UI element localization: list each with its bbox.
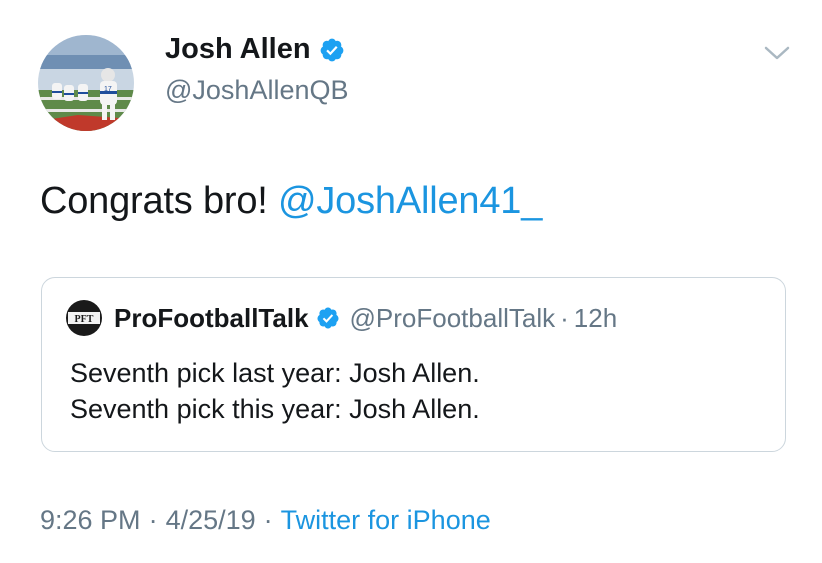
quoted-author-avatar: PFT (66, 300, 102, 336)
chevron-down-icon[interactable] (762, 40, 792, 66)
tweet-time[interactable]: 9:26 PM (40, 505, 141, 535)
quoted-display-name[interactable]: ProFootballTalk (114, 303, 309, 334)
quoted-timestamp[interactable]: 12h (574, 303, 617, 334)
avatar-photo: 17 (38, 35, 134, 131)
meta-separator: · (263, 505, 273, 535)
author-display-name[interactable]: Josh Allen (165, 33, 345, 66)
tweet-detail: 17 Josh Allen @JoshAllenQB Congrats bro!… (0, 0, 822, 563)
author-handle[interactable]: @JoshAllenQB (165, 75, 349, 106)
quoted-tweet-card[interactable]: PFT ProFootballTalk @ProFootballTalk · 1… (41, 277, 786, 452)
quoted-handle[interactable]: @ProFootballTalk (350, 303, 556, 334)
author-avatar[interactable]: 17 (38, 35, 134, 131)
pft-logo-text: PFT (75, 314, 94, 325)
tweet-meta: 9:26 PM · 4/25/19 · Twitter for iPhone (40, 505, 491, 536)
author-name-text: Josh Allen (165, 33, 311, 65)
quoted-tweet-text: Seventh pick last year: Josh Allen. Seve… (70, 355, 480, 427)
tweet-text: Congrats bro! @JoshAllen41_ (40, 180, 542, 223)
quoted-text-line-2: Seventh pick this year: Josh Allen. (70, 394, 480, 424)
quoted-text-line-1: Seventh pick last year: Josh Allen. (70, 358, 480, 388)
pft-logo-icon: PFT (66, 300, 102, 336)
verified-badge-icon (317, 307, 339, 329)
verified-badge-icon (320, 38, 343, 61)
meta-separator: · (148, 505, 158, 535)
tweet-source-link[interactable]: Twitter for iPhone (281, 505, 491, 535)
tweet-text-body: Congrats bro! (40, 180, 278, 222)
mention-link[interactable]: @JoshAllen41_ (278, 180, 542, 222)
svg-text:17: 17 (104, 86, 112, 93)
quoted-tweet-header: PFT ProFootballTalk @ProFootballTalk · 1… (66, 300, 617, 336)
tweet-date[interactable]: 4/25/19 (166, 505, 256, 535)
quoted-separator: · (560, 302, 569, 333)
